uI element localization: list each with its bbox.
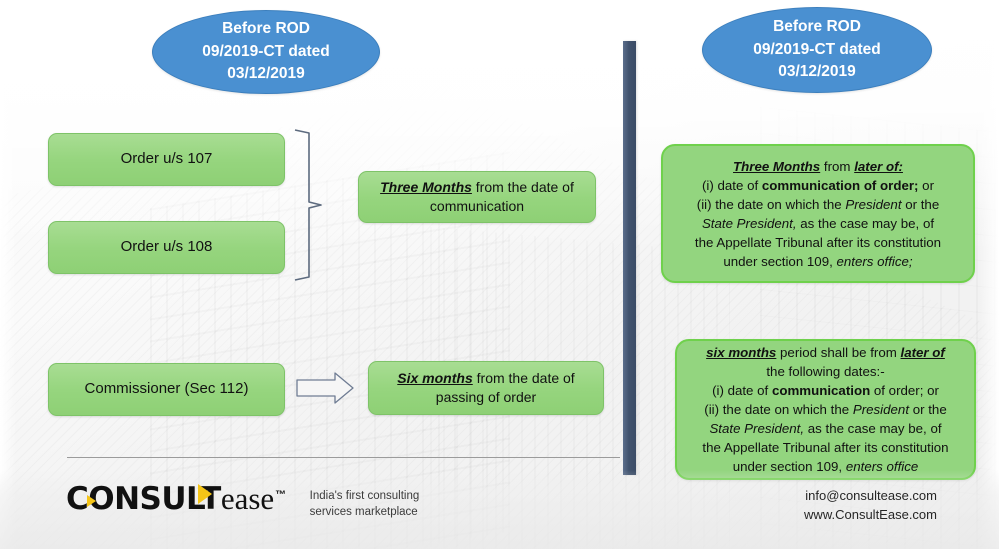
rt6-l6: the Appellate Tribunal after its constit…	[702, 440, 949, 455]
rt6-l5a: State President,	[709, 421, 805, 436]
box-commissioner-sec-112: Commissioner (Sec 112)	[48, 363, 285, 416]
left-ellipse-line2: 09/2019-CT dated	[202, 42, 330, 60]
left-ellipse-line1: Before ROD	[222, 20, 310, 38]
contact-website: www.ConsultEase.com	[804, 506, 937, 522]
rt6-l1c: later of	[900, 345, 945, 360]
tagline-line1: India's first consulting	[309, 490, 420, 502]
rt6-l1a: six months	[706, 345, 777, 360]
rt3-l6b: enters office;	[836, 253, 913, 269]
box-order-107-label: Order u/s 107	[120, 150, 213, 168]
right-ellipse-line1: Before ROD	[773, 18, 861, 36]
logo-tagline: India's first consulting services market…	[310, 489, 420, 521]
rt3-l4a: State President,	[701, 215, 797, 231]
box-order-108-label: Order u/s 108	[120, 238, 213, 256]
logo-o-wedge-icon	[87, 495, 96, 507]
rt6-l2: the following dates:-	[766, 364, 885, 379]
rt3-l2c: or	[918, 177, 935, 193]
right-ellipse-line2: 09/2019-CT dated	[753, 40, 881, 58]
right-title-ellipse: Before ROD 09/2019-CT dated 03/12/2019	[702, 7, 932, 93]
rt6-l3c: of order; or	[870, 383, 939, 398]
left-title-ellipse: Before ROD 09/2019-CT dated 03/12/2019	[152, 10, 380, 94]
box-order-107: Order u/s 107	[48, 133, 285, 186]
background-left-fade	[0, 0, 16, 549]
tagline-line2: services marketplace	[309, 505, 418, 518]
rt6-l4c: or the	[909, 402, 947, 417]
consultease-logo: CONSULTease™ India's first consulting se…	[66, 483, 419, 521]
rt3-l1b: from	[820, 158, 855, 174]
footer-divider-line	[67, 457, 620, 458]
rt6-l3b: communication	[771, 383, 871, 398]
rt6-l1b: period shall be from	[776, 345, 901, 360]
left-ellipse-line3: 03/12/2019	[227, 65, 305, 83]
box-six-months-right: six months period shall be from later of…	[675, 339, 976, 480]
trademark-symbol: ™	[275, 488, 286, 501]
rt6-l5b: as the case may be, of	[804, 421, 942, 436]
three-months-emphasis-left: Three Months	[380, 179, 472, 196]
contact-info: info@consultease.com www.ConsultEase.com	[804, 487, 937, 525]
six-months-emphasis-left: Six months	[397, 370, 473, 387]
rt3-l2a: (i) date of	[701, 177, 762, 193]
rt3-l6a: under section 109,	[723, 253, 837, 269]
rt3-l3c: or the	[901, 196, 940, 212]
arrow-right-icon	[296, 372, 354, 404]
contact-email: info@consultease.com	[805, 488, 937, 503]
box-commissioner-label: Commissioner (Sec 112)	[84, 380, 249, 398]
rt3-l3a: (ii) the date on which the	[696, 196, 846, 212]
vertical-divider-bar	[623, 41, 636, 475]
rt6-l7b: enters office	[845, 459, 919, 474]
box-three-months-left: Three Months from the date of communicat…	[358, 171, 596, 223]
brace-connector-icon	[294, 129, 322, 281]
rt6-l3a: (i) date of	[712, 383, 772, 398]
logo-word-sub: ease	[220, 481, 275, 516]
rt3-l3b: President	[845, 196, 902, 212]
rt6-l4b: President	[852, 402, 910, 417]
logo-wordmark: CONSULTease™	[66, 483, 286, 515]
rt3-l4b: as the case may be, of	[796, 215, 935, 231]
rt3-l1a: Three Months	[733, 158, 821, 174]
rt6-l4a: (ii) the date on which the	[704, 402, 853, 417]
rt3-l2b: communication of order;	[761, 177, 919, 193]
background-right-fade	[979, 0, 999, 549]
box-three-months-right: Three Months from later of: (i) date of …	[661, 144, 975, 283]
box-order-108: Order u/s 108	[48, 221, 285, 274]
box-six-months-left: Six months from the date of passing of o…	[368, 361, 604, 415]
right-ellipse-line3: 03/12/2019	[778, 63, 856, 81]
rt3-l1c: later of:	[854, 158, 903, 174]
rt6-l7a: under section 109,	[732, 459, 846, 474]
slide-canvas: Before ROD 09/2019-CT dated 03/12/2019 O…	[0, 0, 999, 549]
rt3-l5: the Appellate Tribunal after its constit…	[694, 234, 942, 250]
play-triangle-icon	[198, 484, 212, 504]
